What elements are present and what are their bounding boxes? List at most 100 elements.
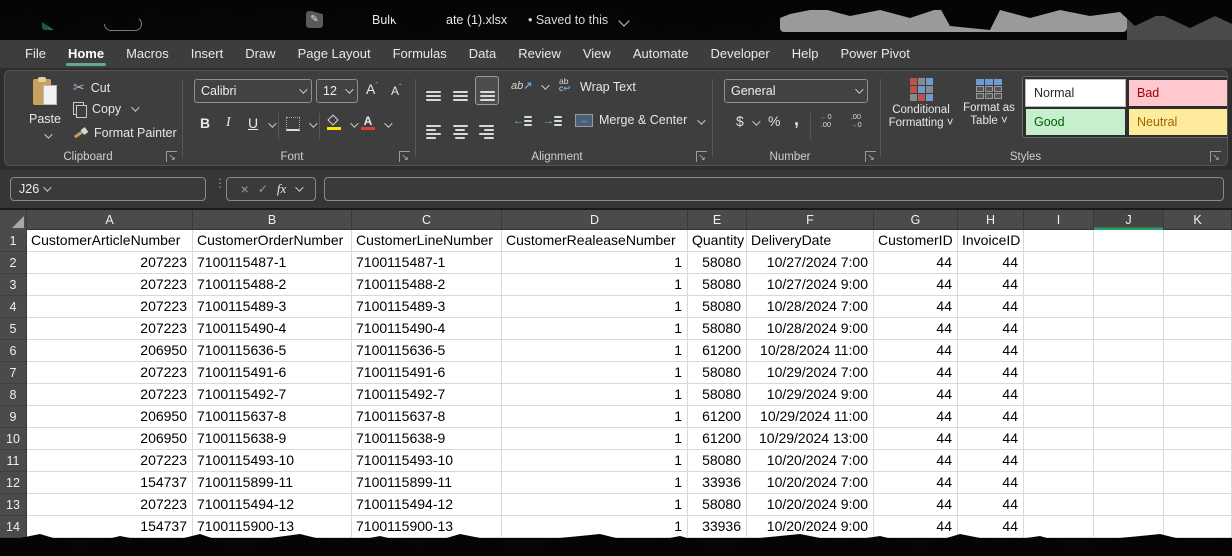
row-header-3[interactable]: 3 <box>0 274 27 296</box>
cell-I5[interactable] <box>1024 318 1094 340</box>
cell-G3[interactable]: 44 <box>874 274 958 296</box>
format-as-table-button[interactable]: Format as Table ˅ <box>956 76 1022 128</box>
ribbon-tab-view[interactable]: View <box>572 40 622 68</box>
cell-E14[interactable]: 33936 <box>688 516 747 538</box>
cell-G7[interactable]: 44 <box>874 362 958 384</box>
font-color-chevron-icon[interactable] <box>384 119 392 127</box>
orientation-chevron-icon[interactable] <box>541 81 549 89</box>
increase-decimal-button[interactable]: ←0.00 <box>820 113 832 128</box>
cell-K10[interactable] <box>1164 428 1232 450</box>
insert-function-button[interactable]: fx <box>277 181 286 197</box>
merge-center-chevron-icon[interactable] <box>697 116 705 124</box>
column-header-I[interactable]: I <box>1024 210 1094 230</box>
cell-I7[interactable] <box>1024 362 1094 384</box>
cell-D2[interactable]: 1 <box>502 252 688 274</box>
cell-H3[interactable]: 44 <box>958 274 1024 296</box>
cell-D10[interactable]: 1 <box>502 428 688 450</box>
cell-C4[interactable]: 7100115489-3 <box>352 296 502 318</box>
cell-J2[interactable] <box>1094 252 1164 274</box>
cell-I4[interactable] <box>1024 296 1094 318</box>
column-header-G[interactable]: G <box>874 210 958 230</box>
borders-chevron-icon[interactable] <box>309 119 317 127</box>
cancel-entry-button[interactable]: × <box>241 181 249 197</box>
cell-I2[interactable] <box>1024 252 1094 274</box>
cell-C3[interactable]: 7100115488-2 <box>352 274 502 296</box>
cell-G5[interactable]: 44 <box>874 318 958 340</box>
cell-H14[interactable]: 44 <box>958 516 1024 538</box>
cell-A14[interactable]: 154737 <box>27 516 193 538</box>
cell-D11[interactable]: 1 <box>502 450 688 472</box>
conditional-formatting-button[interactable]: Conditional Formatting ˅ <box>888 76 954 130</box>
cell-D1[interactable]: CustomerRealeaseNumber <box>502 230 688 252</box>
cell-B13[interactable]: 7100115494-12 <box>193 494 352 516</box>
row-header-2[interactable]: 2 <box>0 252 27 274</box>
top-align-button[interactable] <box>423 77 445 104</box>
cell-E5[interactable]: 58080 <box>688 318 747 340</box>
cell-A9[interactable]: 206950 <box>27 406 193 428</box>
cell-A1[interactable]: CustomerArticleNumber <box>27 230 193 252</box>
increase-indent-button[interactable]: → <box>543 115 562 127</box>
row-header-13[interactable]: 13 <box>0 494 27 516</box>
cell-I12[interactable] <box>1024 472 1094 494</box>
cell-I9[interactable] <box>1024 406 1094 428</box>
cell-H12[interactable]: 44 <box>958 472 1024 494</box>
decrease-decimal-button[interactable]: .00→0 <box>850 113 862 128</box>
cell-J8[interactable] <box>1094 384 1164 406</box>
cell-K12[interactable] <box>1164 472 1232 494</box>
wrap-text-button[interactable]: Wrap Text <box>580 80 636 94</box>
cell-B12[interactable]: 7100115899-11 <box>193 472 352 494</box>
select-all-corner[interactable] <box>0 210 27 230</box>
column-header-A[interactable]: A <box>27 210 193 230</box>
column-header-F[interactable]: F <box>747 210 874 230</box>
column-header-C[interactable]: C <box>352 210 502 230</box>
cell-A10[interactable]: 206950 <box>27 428 193 450</box>
name-box[interactable]: J26 <box>10 177 206 201</box>
copy-button[interactable]: Copy <box>73 102 137 116</box>
cell-H4[interactable]: 44 <box>958 296 1024 318</box>
cell-G1[interactable]: CustomerID <box>874 230 958 252</box>
cell-K9[interactable] <box>1164 406 1232 428</box>
merge-center-button[interactable]: Merge & Center <box>599 113 687 127</box>
row-header-12[interactable]: 12 <box>0 472 27 494</box>
ribbon-tab-help[interactable]: Help <box>781 40 830 68</box>
cell-K13[interactable] <box>1164 494 1232 516</box>
align-center-button[interactable] <box>449 111 471 142</box>
currency-format-button[interactable]: $ <box>736 113 744 129</box>
row-header-9[interactable]: 9 <box>0 406 27 428</box>
cell-K5[interactable] <box>1164 318 1232 340</box>
format-painter-button[interactable]: Format Painter <box>73 126 177 140</box>
cell-B4[interactable]: 7100115489-3 <box>193 296 352 318</box>
cell-B8[interactable]: 7100115492-7 <box>193 384 352 406</box>
cell-I13[interactable] <box>1024 494 1094 516</box>
row-header-11[interactable]: 11 <box>0 450 27 472</box>
cell-B3[interactable]: 7100115488-2 <box>193 274 352 296</box>
cell-B9[interactable]: 7100115637-8 <box>193 406 352 428</box>
cell-B6[interactable]: 7100115636-5 <box>193 340 352 362</box>
cell-G9[interactable]: 44 <box>874 406 958 428</box>
font-dialog-launcher[interactable]: ↘ <box>399 151 410 162</box>
cell-I1[interactable] <box>1024 230 1094 252</box>
number-format-select[interactable]: General <box>724 79 868 103</box>
increase-font-size-button[interactable]: Aˆ <box>366 81 378 97</box>
cell-J12[interactable] <box>1094 472 1164 494</box>
cell-E9[interactable]: 61200 <box>688 406 747 428</box>
cell-F12[interactable]: 10/20/2024 7:00 <box>747 472 874 494</box>
cell-C2[interactable]: 7100115487-1 <box>352 252 502 274</box>
cell-G4[interactable]: 44 <box>874 296 958 318</box>
cell-B11[interactable]: 7100115493-10 <box>193 450 352 472</box>
cell-D7[interactable]: 1 <box>502 362 688 384</box>
cell-A13[interactable]: 207223 <box>27 494 193 516</box>
cell-E8[interactable]: 58080 <box>688 384 747 406</box>
font-color-button[interactable]: A <box>361 114 375 130</box>
column-header-B[interactable]: B <box>193 210 352 230</box>
cell-A7[interactable]: 207223 <box>27 362 193 384</box>
currency-chevron-icon[interactable] <box>752 117 760 125</box>
row-header-4[interactable]: 4 <box>0 296 27 318</box>
cell-K6[interactable] <box>1164 340 1232 362</box>
cell-B1[interactable]: CustomerOrderNumber <box>193 230 352 252</box>
cell-H2[interactable]: 44 <box>958 252 1024 274</box>
ribbon-tab-draw[interactable]: Draw <box>234 40 286 68</box>
cell-E10[interactable]: 61200 <box>688 428 747 450</box>
cell-D13[interactable]: 1 <box>502 494 688 516</box>
cell-E6[interactable]: 61200 <box>688 340 747 362</box>
